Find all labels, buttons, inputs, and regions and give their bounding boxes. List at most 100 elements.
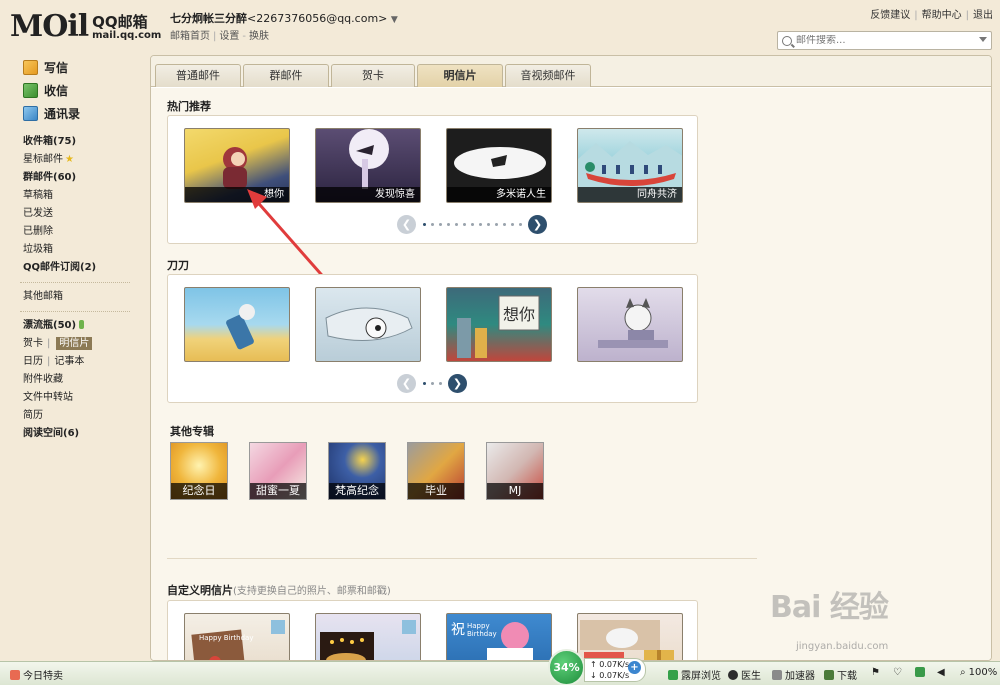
- album-graduation[interactable]: 毕业: [407, 442, 465, 500]
- tab-group-mail[interactable]: 群邮件: [243, 64, 329, 87]
- compose-label: 写信: [44, 61, 69, 75]
- heart-icon[interactable]: ♡: [893, 667, 902, 678]
- page-dot[interactable]: [518, 223, 522, 226]
- custom-postcard-thumb[interactable]: [315, 613, 421, 660]
- sidebar-item-sent[interactable]: 已发送: [0, 205, 150, 223]
- page-dot[interactable]: [454, 223, 458, 226]
- page-dot[interactable]: [502, 223, 506, 226]
- help-link[interactable]: 帮助中心: [922, 10, 962, 21]
- page-dot[interactable]: [430, 382, 434, 385]
- custom-postcard-thumb[interactable]: 祝 Happy Birthday: [446, 613, 552, 660]
- album-van-gogh[interactable]: 梵高纪念: [328, 442, 386, 500]
- svg-text:Happy: Happy: [467, 622, 490, 630]
- album-caption: 梵高纪念: [329, 483, 385, 499]
- postcard-thumb[interactable]: [184, 287, 290, 362]
- sidebar-item-deleted[interactable]: 已删除: [0, 223, 150, 241]
- contacts-icon: [23, 106, 38, 121]
- page-dot[interactable]: [446, 223, 450, 226]
- page-dot[interactable]: [470, 223, 474, 226]
- screen-browse-button[interactable]: 露屏浏览: [668, 667, 721, 682]
- sidebar-item-subscriptions[interactable]: QQ邮件订阅(2): [0, 259, 150, 277]
- postcard-thumb[interactable]: 想你: [446, 287, 552, 362]
- tab-greeting-card[interactable]: 贺卡: [331, 64, 415, 87]
- sidebar-item-postcard[interactable]: 明信片: [56, 337, 93, 350]
- postcard-thumb[interactable]: 同舟共济: [577, 128, 683, 203]
- sidebar-item-cards-row: 贺卡 | 明信片: [0, 335, 150, 353]
- sidebar-item-other-mailbox[interactable]: 其他邮箱: [0, 288, 150, 306]
- sidebar-item-notepad[interactable]: 记事本: [54, 356, 84, 367]
- custom-postcard-thumb[interactable]: [577, 613, 683, 660]
- postcard-thumb[interactable]: 多米诺人生: [446, 128, 552, 203]
- sidebar-item-file-transfer[interactable]: 文件中转站: [0, 389, 150, 407]
- next-page-button[interactable]: ❯: [528, 215, 547, 234]
- page-dot[interactable]: [422, 382, 426, 385]
- starred-label: 星标邮件: [23, 154, 63, 165]
- page-dot[interactable]: [478, 223, 482, 226]
- page-dot[interactable]: [494, 223, 498, 226]
- sidebar-item-spam[interactable]: 垃圾箱: [0, 241, 150, 259]
- page-dot[interactable]: [462, 223, 466, 226]
- speaker-icon[interactable]: ◀: [937, 667, 945, 678]
- page-dot[interactable]: [438, 223, 442, 226]
- sidebar-divider: [20, 311, 130, 312]
- page-dot[interactable]: [430, 223, 434, 226]
- sidebar-item-calendar[interactable]: 日历: [23, 356, 43, 367]
- speed-ball[interactable]: 34%: [548, 649, 585, 685]
- tab-av-mail[interactable]: 音视频邮件: [505, 64, 591, 87]
- logo-url-text: mail.qq.com: [92, 30, 162, 41]
- home-link[interactable]: 邮箱首页: [170, 31, 210, 42]
- candles-cake-illustration: [320, 620, 416, 660]
- doctor-button[interactable]: 医生: [728, 667, 761, 682]
- down-arrow-icon: ↓: [590, 671, 597, 680]
- sidebar-item-group-mail[interactable]: 群邮件(60): [0, 169, 150, 187]
- flag-icon[interactable]: ⚑: [871, 667, 880, 678]
- prev-page-button[interactable]: ❮: [397, 215, 416, 234]
- sidebar-item-greeting-card[interactable]: 贺卡: [23, 338, 43, 349]
- mail-search-box[interactable]: [777, 31, 992, 50]
- zoom-control[interactable]: ⌕ 100%: [960, 667, 997, 678]
- tab-postcard[interactable]: 明信片: [417, 64, 503, 87]
- postcard-thumb[interactable]: [577, 287, 683, 362]
- prev-page-button[interactable]: ❮: [397, 374, 416, 393]
- page-dot[interactable]: [422, 223, 426, 226]
- search-dropdown-icon[interactable]: [979, 37, 987, 42]
- download-button[interactable]: 下载: [824, 667, 857, 682]
- sidebar-item-drift-bottle[interactable]: 漂流瓶(50): [0, 317, 150, 335]
- star-icon: ★: [65, 154, 74, 165]
- doctor-label: 医生: [741, 671, 761, 682]
- plus-icon[interactable]: +: [628, 661, 641, 674]
- sidebar-compose[interactable]: 写信: [0, 56, 150, 79]
- window-icon[interactable]: [915, 667, 925, 677]
- postcard-thumb[interactable]: [315, 287, 421, 362]
- album-mj[interactable]: MJ: [486, 442, 544, 500]
- next-page-button[interactable]: ❯: [448, 374, 467, 393]
- sidebar-item-calendar-row: 日历 | 记事本: [23, 356, 85, 367]
- settings-link[interactable]: 设置: [219, 31, 239, 42]
- sidebar-item-reading[interactable]: 阅读空间(6): [0, 425, 150, 443]
- custom-postcard-thumb[interactable]: Happy Birthday: [184, 613, 290, 660]
- album-caption: MJ: [487, 483, 543, 499]
- search-input[interactable]: [796, 35, 976, 46]
- page-dot[interactable]: [510, 223, 514, 226]
- skin-link[interactable]: 换肤: [249, 31, 269, 42]
- qq-mail-logo[interactable]: MOil QQ邮箱 mail.qq.com: [10, 8, 161, 42]
- page-dot[interactable]: [486, 223, 490, 226]
- sidebar-item-resume[interactable]: 简历: [0, 407, 150, 425]
- sidebar-inbox-check[interactable]: 收信: [0, 79, 150, 102]
- page-dot[interactable]: [438, 382, 442, 385]
- tab-normal-mail[interactable]: 普通邮件: [155, 64, 241, 87]
- sidebar-item-inbox[interactable]: 收件箱(75): [0, 133, 150, 151]
- sidebar-item-attachments[interactable]: 附件收藏: [0, 371, 150, 389]
- today-sale-button[interactable]: 今日特卖: [10, 667, 63, 682]
- account-switcher[interactable]: 七分炯帐三分醉<2267376056@qq.com> ▼: [170, 10, 398, 26]
- album-sweet-summer[interactable]: 甜蜜一夏: [249, 442, 307, 500]
- logout-link[interactable]: 退出: [973, 10, 993, 21]
- download-label: 下载: [837, 671, 857, 682]
- sidebar-contacts[interactable]: 通讯录: [0, 102, 150, 125]
- album-anniversary[interactable]: 纪念日: [170, 442, 228, 500]
- sidebar-item-starred[interactable]: 星标邮件 ★: [0, 151, 150, 169]
- feedback-link[interactable]: 反馈建议: [870, 10, 910, 21]
- accelerator-button[interactable]: 加速器: [772, 667, 815, 682]
- doctor-icon: [728, 669, 738, 680]
- sidebar-item-drafts[interactable]: 草稿箱: [0, 187, 150, 205]
